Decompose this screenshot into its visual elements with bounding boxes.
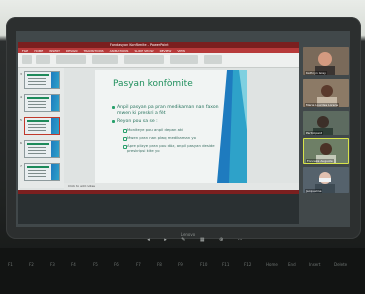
keyboard-key: F7 — [136, 262, 141, 267]
keyboard-key: F11 — [222, 262, 230, 267]
paragraph-group[interactable] — [92, 55, 118, 64]
tab-slide-show[interactable]: SLIDE SHOW — [134, 49, 153, 53]
keyboard-key: Home — [266, 262, 278, 267]
keyboard-key: Insert — [309, 262, 321, 267]
slides-grid-icon[interactable]: ▦ — [200, 237, 205, 243]
participant-name: Jacqueline — [305, 189, 323, 193]
sub-bullet-3: Apre plizye pran pou dòz, anpil pasyan d… — [127, 143, 215, 153]
new-slide-button[interactable] — [36, 55, 50, 64]
notes-pane[interactable]: Click to add notes — [64, 183, 299, 190]
zoom-icon[interactable]: ⊕ — [219, 237, 223, 243]
participant-name: Participant — [305, 131, 324, 135]
slide-thumbnail-selected[interactable] — [24, 117, 60, 135]
keyboard-key: F3 — [50, 262, 55, 267]
keyboard-key: F10 — [200, 262, 208, 267]
tab-transitions[interactable]: TRANSITIONS — [84, 49, 104, 53]
tab-insert[interactable]: INSERT — [49, 49, 60, 53]
tab-review[interactable]: REVIEW — [160, 49, 172, 53]
bullet-marker — [112, 106, 115, 109]
keyboard-key: F2 — [29, 262, 34, 267]
drawing-group[interactable] — [124, 55, 164, 64]
bullet-1-continuation: mwen ki preskri a fèt — [117, 111, 166, 116]
slide-title[interactable]: Pasyan konfòmite — [113, 79, 213, 89]
more-options-icon[interactable]: ⋯ — [238, 237, 243, 243]
shape-styles-group[interactable] — [170, 55, 198, 64]
tab-file[interactable]: FILE — [22, 49, 28, 53]
editing-group[interactable] — [204, 55, 222, 64]
slide-thumbnail[interactable] — [24, 71, 60, 89]
tab-view[interactable]: VIEW — [177, 49, 185, 53]
bullet-2: Reyon pou sa se : — [117, 119, 158, 124]
tab-home[interactable]: HOME — [34, 49, 43, 53]
sub-bullet-1: Moniteye pou anpil depan aki — [127, 127, 184, 132]
participant-name: Marie Lourdes Lorens — [305, 103, 340, 107]
laptop-keyboard — [0, 248, 365, 294]
font-group[interactable] — [56, 55, 86, 64]
keyboard-key: F1 — [8, 262, 13, 267]
tab-design[interactable]: DESIGN — [66, 49, 78, 53]
participant-name: Fonceka Auguste — [306, 159, 334, 163]
slide-thumbnail[interactable] — [24, 140, 60, 158]
keyboard-key: Delete — [334, 262, 348, 267]
keyboard-key: F12 — [244, 262, 252, 267]
screen-lower-area — [18, 194, 299, 224]
keyboard-key: End — [288, 262, 296, 267]
bullet-marker — [112, 120, 115, 123]
participant-video-tile[interactable]: Jacqueline — [303, 167, 349, 193]
slide-thumbnail[interactable] — [24, 94, 60, 112]
keyboard-key: F9 — [178, 262, 183, 267]
slideshow-controls: ◂ ▸ ✎ ▦ ⊕ ⋯ — [140, 236, 250, 244]
bullet-1: Anpil pasyan pa pran medikaman nan faxon — [117, 105, 219, 110]
participant-video-tile[interactable]: Kathryn Gray — [303, 47, 349, 75]
participant-video-tile[interactable]: Marie Lourdes Lorens — [303, 79, 349, 107]
participant-video-tile-active[interactable]: Fonceka Auguste — [303, 138, 349, 164]
previous-slide-icon[interactable]: ◂ — [147, 237, 150, 243]
keyboard-key: F6 — [114, 262, 119, 267]
sub-bullet-2: Mwen pran nan plwq medikaman yo — [127, 135, 196, 140]
pen-icon[interactable]: ✎ — [181, 237, 185, 243]
next-slide-icon[interactable]: ▸ — [164, 237, 167, 243]
tab-animations[interactable]: ANIMATIONS — [110, 49, 129, 53]
participant-video-tile[interactable]: Participant — [303, 111, 349, 135]
keyboard-key: F8 — [157, 262, 162, 267]
status-bar — [18, 190, 299, 194]
slide-thumbnail[interactable] — [24, 163, 60, 181]
keyboard-key: F4 — [71, 262, 76, 267]
keyboard-key: F5 — [93, 262, 98, 267]
paste-button[interactable] — [22, 55, 32, 64]
participant-name: Kathryn Gray — [305, 71, 327, 75]
slide-decoration-graphic — [217, 70, 247, 183]
